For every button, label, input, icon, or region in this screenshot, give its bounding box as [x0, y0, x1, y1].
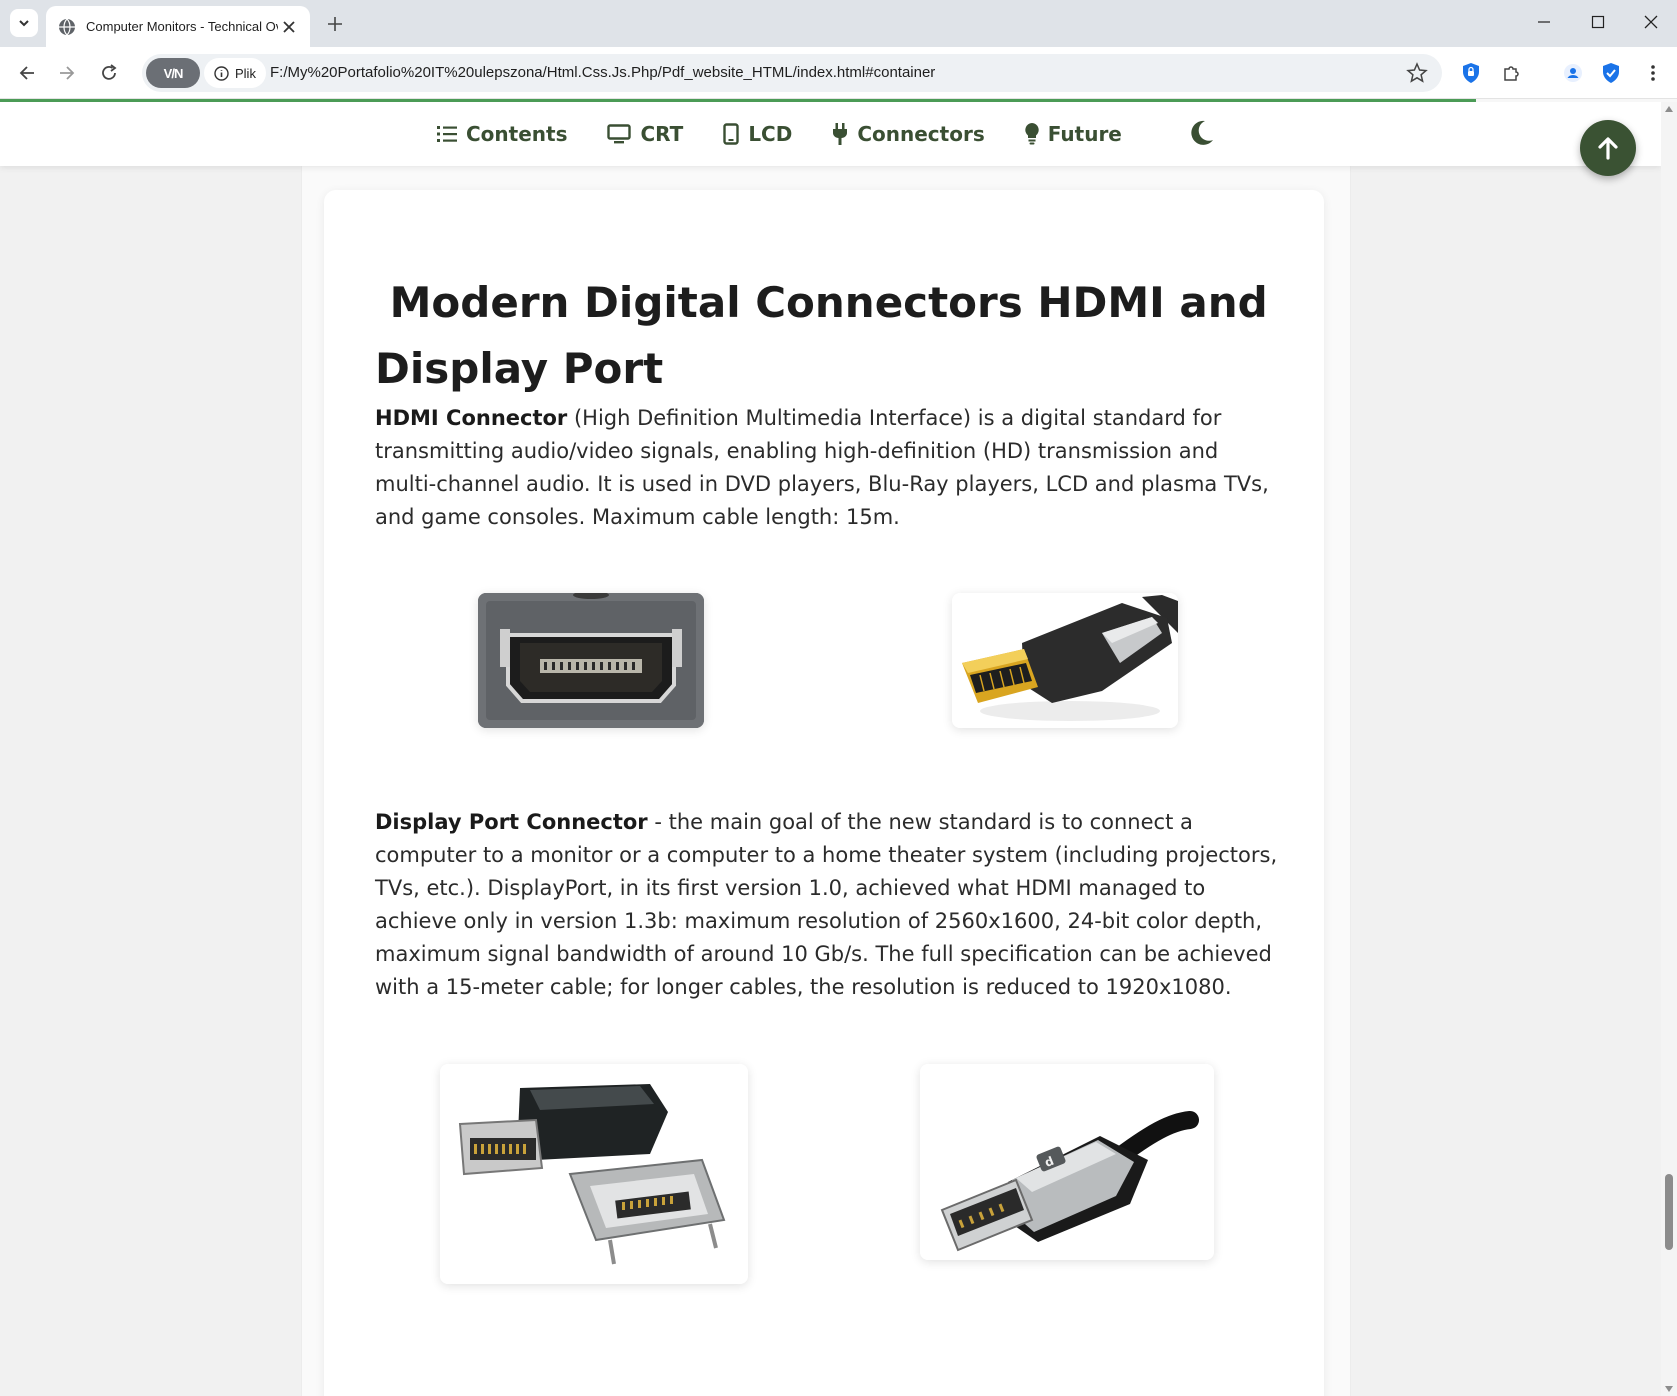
arrow-right-icon: [60, 66, 75, 80]
tab-search-button[interactable]: [10, 9, 38, 37]
section-heading-line2: Display Port: [375, 344, 664, 393]
profile-icon: [1564, 64, 1582, 82]
hdmi-port-image: [478, 593, 704, 728]
displayport-cable-picture: d: [920, 1064, 1214, 1260]
displayport-term: Display Port Connector: [375, 810, 648, 834]
new-tab-button[interactable]: [322, 11, 348, 37]
nav-link-crt[interactable]: CRT: [607, 122, 683, 146]
scroll-thumb[interactable]: [1665, 1174, 1673, 1250]
tablet-icon: [723, 123, 740, 145]
back-to-top-button[interactable]: [1580, 120, 1636, 176]
forward-button[interactable]: [52, 58, 82, 88]
connectors-section-card: Modern Digital Connectors HDMI and Displ…: [324, 190, 1324, 1396]
extensions-button[interactable]: [1496, 58, 1526, 88]
arrow-up-icon: [1598, 137, 1618, 160]
nav-label-lcd: LCD: [748, 122, 793, 146]
browser-tab[interactable]: Computer Monitors - Technical Ov: [46, 6, 310, 47]
password-manager-extension[interactable]: [1456, 58, 1486, 88]
maximize-icon: [1591, 15, 1605, 29]
list-icon: [437, 126, 457, 142]
nav-link-contents[interactable]: Contents: [437, 122, 567, 146]
vpn-badge[interactable]: V/N: [146, 58, 200, 88]
close-icon: [1644, 15, 1658, 29]
profile-button[interactable]: [1558, 58, 1588, 88]
nav-label-connectors: Connectors: [857, 122, 985, 146]
info-icon: [214, 65, 229, 81]
hdmi-port-picture: [478, 593, 704, 728]
puzzle-icon: [1504, 66, 1519, 81]
scroll-up-arrow-icon[interactable]: [1665, 106, 1673, 112]
content-container: Modern Digital Connectors HDMI and Displ…: [302, 166, 1350, 1396]
site-info-label: Plik: [235, 65, 256, 81]
page-viewport: Contents CRT LCD Connectors Future Moder…: [0, 102, 1661, 1396]
minimize-button[interactable]: [1518, 0, 1570, 44]
displayport-description: - the main goal of the new standard is t…: [375, 810, 1278, 999]
maximize-button[interactable]: [1572, 0, 1624, 44]
chevron-down-icon: [19, 20, 29, 27]
site-info-chip[interactable]: Plik: [204, 58, 266, 88]
close-window-button[interactable]: [1625, 0, 1677, 44]
displayport-plug-and-port-picture: [440, 1064, 748, 1284]
shield-lock-icon: [1463, 63, 1479, 83]
displayport-plug-and-port-image: [440, 1064, 748, 1284]
more-vertical-icon: [1651, 65, 1655, 81]
site-navbar: Contents CRT LCD Connectors Future: [0, 102, 1661, 166]
minimize-icon: [1538, 21, 1550, 23]
nav-label-future: Future: [1047, 122, 1122, 146]
lightbulb-icon: [1025, 123, 1039, 145]
bookmark-star-icon[interactable]: [1406, 62, 1428, 84]
shield-check-icon: [1603, 63, 1619, 83]
tab-title: Computer Monitors - Technical Ov: [86, 19, 278, 34]
plus-icon: [328, 17, 342, 31]
hdmi-cable-image: [952, 593, 1178, 728]
moon-icon[interactable]: [1186, 118, 1216, 148]
globe-icon: [59, 18, 75, 35]
tab-strip: Computer Monitors - Technical Ov: [0, 0, 1677, 47]
close-tab-icon[interactable]: [278, 16, 300, 38]
nav-label-contents: Contents: [466, 122, 568, 146]
plug-icon: [833, 123, 848, 145]
reload-button[interactable]: [94, 58, 124, 88]
scroll-down-arrow-icon[interactable]: [1665, 1386, 1673, 1392]
displayport-paragraph: Display Port Connector - the main goal o…: [375, 806, 1285, 1004]
hdmi-term: HDMI Connector: [375, 406, 568, 430]
section-heading: Modern Digital Connectors HDMI and Displ…: [375, 270, 1275, 402]
section-heading-line1: Modern Digital Connectors HDMI and: [375, 278, 1268, 327]
browser-toolbar: V/N Plik F:/My%20Portafolio%20IT%20uleps…: [0, 47, 1677, 99]
nav-label-crt: CRT: [640, 122, 684, 146]
hdmi-cable-picture: [952, 593, 1178, 728]
nav-link-future[interactable]: Future: [1025, 122, 1122, 146]
back-button[interactable]: [12, 58, 42, 88]
monitor-icon: [607, 124, 632, 144]
nav-link-connectors[interactable]: Connectors: [832, 122, 985, 146]
nav-link-lcd[interactable]: LCD: [723, 122, 792, 146]
arrow-left-icon: [19, 66, 34, 80]
nav-links: Contents CRT LCD Connectors Future: [437, 102, 1122, 166]
page-scrollbar[interactable]: [1661, 102, 1677, 1396]
browser-menu-button[interactable]: [1638, 58, 1668, 88]
security-extension[interactable]: [1596, 58, 1626, 88]
address-bar[interactable]: V/N Plik F:/My%20Portafolio%20IT%20uleps…: [142, 54, 1442, 92]
hdmi-paragraph: HDMI Connector (High Definition Multimed…: [375, 402, 1285, 534]
url-text[interactable]: F:/My%20Portafolio%20IT%20ulepszona/Html…: [270, 64, 935, 81]
displayport-cable-image: d: [920, 1064, 1214, 1260]
reload-icon: [102, 64, 117, 80]
